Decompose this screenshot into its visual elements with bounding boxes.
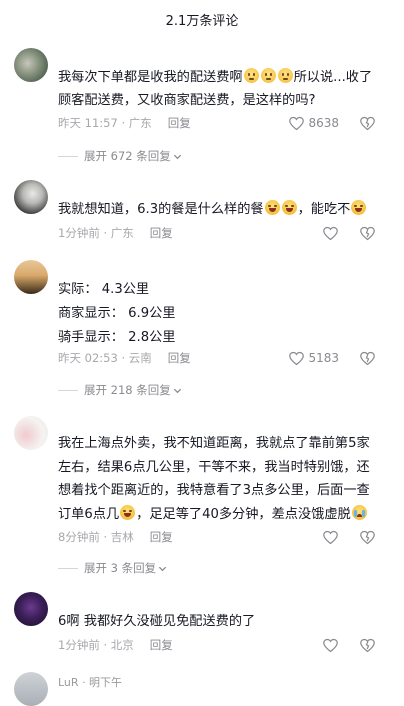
- comment-meta: 昨天 02:53 · 云南 回复 5183: [58, 349, 390, 367]
- dislike-icon[interactable]: [359, 529, 376, 546]
- like-button[interactable]: 8638: [288, 115, 339, 132]
- heart-icon: [323, 226, 338, 240]
- like-button[interactable]: [322, 637, 339, 654]
- avatar[interactable]: [14, 592, 48, 626]
- chevron-down-icon: [173, 388, 181, 393]
- comment-meta: 1分钟前 · 广东 回复: [58, 224, 390, 242]
- comment-text: 6啊 我都好久没碰见免配送费的了: [58, 614, 256, 629]
- divider: [58, 389, 78, 391]
- heart-icon: [289, 351, 305, 365]
- worried-emoji: [277, 68, 293, 83]
- comment-line: 商家显示： 6.9公里: [58, 306, 176, 321]
- comment-meta: 1分钟前 · 北京 回复: [58, 636, 390, 654]
- dislike-icon[interactable]: [359, 225, 376, 242]
- comment-text: 我就想知道，6.3的餐是什么样的餐 ，能吃不: [58, 198, 382, 221]
- comment-line: 骑手显示： 2.8公里: [58, 330, 176, 345]
- chevron-down-icon: [173, 154, 181, 159]
- avatar[interactable]: [14, 416, 48, 450]
- dislike-icon[interactable]: [359, 350, 376, 367]
- reply-button[interactable]: 回复: [150, 529, 173, 545]
- avatar[interactable]: [14, 180, 48, 214]
- comment-time: 1分钟前 · 北京: [58, 638, 134, 652]
- heart-icon: [323, 530, 338, 544]
- expand-replies-button[interactable]: 展开 672 条回复: [58, 148, 182, 164]
- worried-emoji: [243, 68, 259, 83]
- like-count: 5183: [308, 351, 339, 365]
- comments-header: 2.1万条评论: [0, 0, 404, 38]
- like-button[interactable]: [322, 225, 339, 242]
- comment-line: 实际： 4.3公里: [58, 282, 150, 297]
- chevron-down-icon: [159, 566, 167, 571]
- heart-icon: [323, 638, 338, 652]
- expand-replies-button[interactable]: 展开 3 条回复: [58, 560, 167, 576]
- laugh-cry-emoji: [120, 504, 136, 520]
- avatar[interactable]: [14, 672, 48, 706]
- comment-meta: 8分钟前 · 吉林 回复: [58, 528, 390, 546]
- comment-time: 8分钟前 · 吉林: [58, 530, 134, 544]
- like-count: 8638: [308, 116, 339, 130]
- comment-time: 昨天 11:57 · 广东: [58, 116, 152, 130]
- comment-time: 1分钟前 · 广东: [58, 226, 134, 240]
- reply-button[interactable]: 回复: [150, 637, 173, 653]
- dislike-icon[interactable]: [359, 637, 376, 654]
- heart-icon: [289, 116, 305, 130]
- worried-emoji: [260, 68, 276, 83]
- comment-username: LuR · 明下午: [58, 676, 123, 689]
- divider: [58, 155, 78, 157]
- laugh-cry-emoji: [281, 200, 297, 215]
- like-button[interactable]: [322, 529, 339, 546]
- comment-text: 我每次下单都是收我的配送费啊 所以说...收了顾客配送费，又收商家配送费，是这样的…: [58, 68, 373, 108]
- comment-text: 我在上海点外卖，我不知道距离，我就点了靠前第5家左右，结果6点几公里，干等不来，…: [58, 436, 370, 522]
- expand-replies-button[interactable]: 展开 218 条回复: [58, 382, 182, 398]
- comment-time: 昨天 02:53 · 云南: [58, 351, 152, 365]
- laugh-cry-emoji: [264, 200, 280, 215]
- laugh-cry-emoji: [351, 200, 367, 215]
- comment-text: 实际： 4.3公里 商家显示： 6.9公里 骑手显示： 2.8公里: [58, 278, 382, 350]
- avatar[interactable]: [14, 48, 48, 82]
- reply-button[interactable]: 回复: [168, 115, 191, 131]
- dislike-icon[interactable]: [359, 115, 376, 132]
- comment-count-title: 2.1万条评论: [165, 13, 239, 29]
- avatar[interactable]: [14, 260, 48, 294]
- divider: [58, 567, 78, 569]
- comment-meta: 昨天 11:57 · 广东 回复 8638: [58, 114, 390, 132]
- reply-button[interactable]: 回复: [168, 350, 191, 366]
- crying-emoji: [351, 504, 367, 520]
- like-button[interactable]: 5183: [288, 350, 339, 367]
- reply-button[interactable]: 回复: [150, 225, 173, 241]
